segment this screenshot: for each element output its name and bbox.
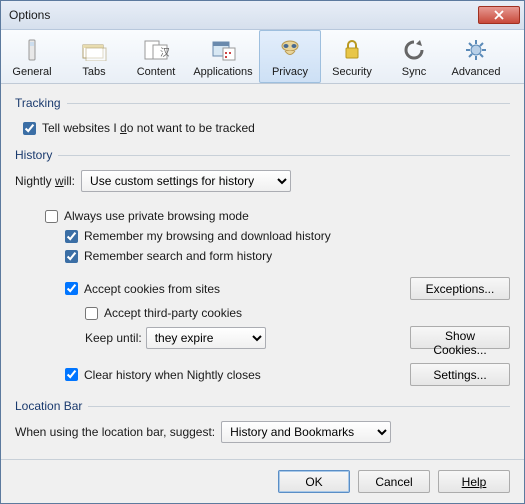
keep-until-select[interactable]: they expire <box>146 327 266 349</box>
third-party-label: Accept third-party cookies <box>104 306 242 320</box>
exceptions-button[interactable]: Exceptions... <box>410 277 510 300</box>
locationbar-legend: Location Bar <box>15 399 82 413</box>
content-icon: 汉 <box>143 36 169 64</box>
tab-applications[interactable]: Applications <box>187 30 259 83</box>
clear-settings-button[interactable]: Settings... <box>410 363 510 386</box>
locationbar-section: Location Bar When using the location bar… <box>15 399 510 443</box>
close-icon <box>494 10 504 20</box>
accept-cookies-label: Accept cookies from sites <box>84 282 220 296</box>
remember-browsing-label: Remember my browsing and download histor… <box>84 229 331 243</box>
third-party-checkbox[interactable] <box>85 307 98 320</box>
tracking-legend: Tracking <box>15 96 61 110</box>
remember-search-checkbox[interactable] <box>65 250 78 263</box>
nightly-will-label: Nightly will: <box>15 174 75 188</box>
category-toolbar: General Tabs 汉 Content Applications Priv… <box>1 30 524 84</box>
divider <box>88 406 510 407</box>
privacy-icon <box>278 36 302 64</box>
history-section: History Nightly will: Use custom setting… <box>15 148 510 389</box>
private-mode-label: Always use private browsing mode <box>64 209 249 223</box>
donottrack-label: Tell websites I do not want to be tracke… <box>42 121 255 135</box>
tracking-section: Tracking Tell websites I do not want to … <box>15 96 510 138</box>
dialog-footer: OK Cancel Help <box>1 459 524 503</box>
close-button[interactable] <box>478 6 520 24</box>
help-button[interactable]: Help <box>438 470 510 493</box>
donottrack-checkbox[interactable] <box>23 122 36 135</box>
suggest-select[interactable]: History and Bookmarks <box>221 421 391 443</box>
security-icon <box>341 36 363 64</box>
history-legend: History <box>15 148 52 162</box>
advanced-icon <box>464 36 488 64</box>
cancel-button[interactable]: Cancel <box>358 470 430 493</box>
remember-search-label: Remember search and form history <box>84 249 272 263</box>
divider <box>67 103 510 104</box>
suggest-label: When using the location bar, suggest: <box>15 425 215 439</box>
window-title: Options <box>9 8 478 22</box>
general-icon <box>21 36 43 64</box>
private-mode-checkbox[interactable] <box>45 210 58 223</box>
history-mode-select[interactable]: Use custom settings for history <box>81 170 291 192</box>
ok-button[interactable]: OK <box>278 470 350 493</box>
remember-browsing-checkbox[interactable] <box>65 230 78 243</box>
keep-until-label: Keep until: <box>85 331 142 345</box>
clear-on-close-label: Clear history when Nightly closes <box>84 368 261 382</box>
svg-text:汉: 汉 <box>160 47 169 59</box>
show-cookies-button[interactable]: Show Cookies... <box>410 326 510 349</box>
clear-on-close-checkbox[interactable] <box>65 368 78 381</box>
applications-icon <box>209 36 237 64</box>
divider <box>58 155 510 156</box>
titlebar: Options <box>1 1 524 30</box>
tab-general[interactable]: General <box>1 30 63 83</box>
tab-advanced[interactable]: Advanced <box>445 30 507 83</box>
tab-content[interactable]: 汉 Content <box>125 30 187 83</box>
accept-cookies-checkbox[interactable] <box>65 282 78 295</box>
tabs-icon <box>81 36 107 64</box>
tab-sync[interactable]: Sync <box>383 30 445 83</box>
tab-security[interactable]: Security <box>321 30 383 83</box>
tab-tabs[interactable]: Tabs <box>63 30 125 83</box>
sync-icon <box>402 36 426 64</box>
privacy-panel: Tracking Tell websites I do not want to … <box>1 84 524 459</box>
tab-privacy[interactable]: Privacy <box>259 30 321 83</box>
options-window: Options General Tabs 汉 Content Applicati… <box>0 0 525 504</box>
